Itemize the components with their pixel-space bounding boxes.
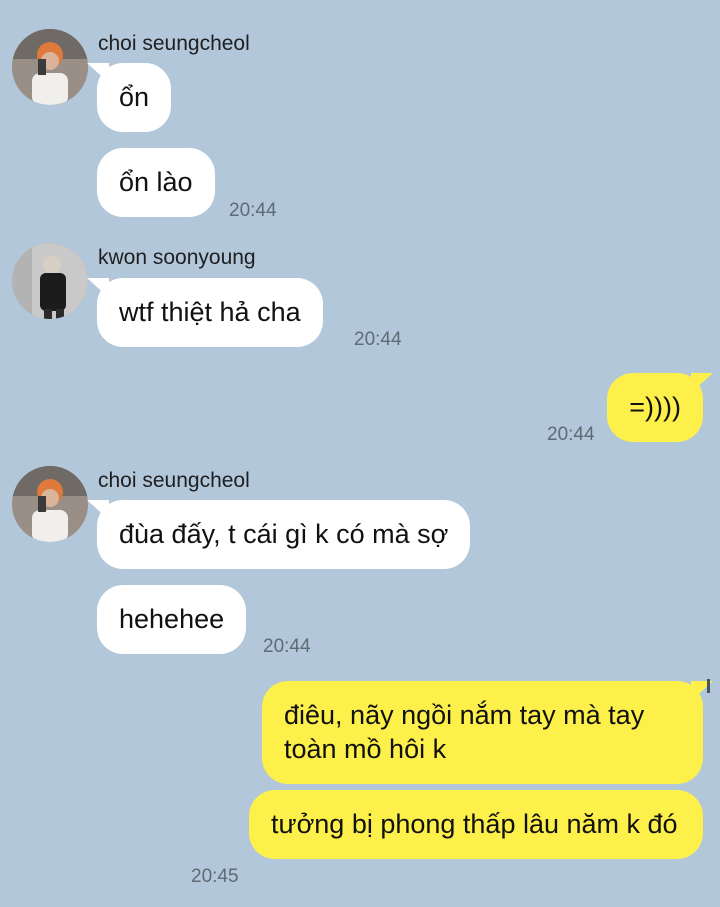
bubble-tail-icon [87, 63, 109, 83]
message-timestamp: 20:44 [354, 329, 402, 350]
message-timestamp: 20:45 [191, 866, 239, 887]
message-text: =)))) [629, 392, 681, 422]
bubble-tail-icon [87, 500, 109, 520]
message-text: ổn [119, 82, 150, 112]
message-bubble-incoming[interactable]: wtf thiệt hả cha [87, 278, 323, 347]
profile-photo-icon [12, 29, 88, 105]
profile-photo-icon [12, 243, 88, 319]
scrollbar[interactable] [707, 679, 710, 693]
sender-name: choi seungcheol [98, 32, 250, 55]
message-timestamp: 20:44 [263, 636, 311, 657]
sender-name: choi seungcheol [98, 469, 250, 492]
message-bubble-incoming[interactable]: hehehee [97, 585, 247, 654]
sender-name: kwon soonyoung [98, 246, 256, 269]
message-text: đùa đấy, t cái gì k có mà sợ [119, 519, 449, 549]
bubble-tail-icon [87, 278, 109, 298]
bubble-tail-icon [691, 373, 713, 393]
message-bubble-incoming[interactable]: ổn [87, 63, 172, 132]
message-timestamp: 20:44 [547, 424, 595, 445]
avatar-choi-seungcheol[interactable] [12, 466, 88, 542]
message-text: hehehee [119, 604, 225, 634]
message-bubble-incoming[interactable]: ổn lào [97, 148, 215, 217]
message-bubble-outgoing[interactable]: tưởng bị phong thấp lâu năm k đó [249, 790, 703, 859]
message-timestamp: 20:44 [229, 200, 277, 221]
message-text: điêu, nãy ngồi nắm tay mà tay toàn mồ hô… [284, 700, 645, 764]
avatar-choi-seungcheol[interactable] [12, 29, 88, 105]
message-bubble-incoming[interactable]: đùa đấy, t cái gì k có mà sợ [87, 500, 471, 569]
message-text: wtf thiệt hả cha [119, 297, 301, 327]
message-text: tưởng bị phong thấp lâu năm k đó [271, 809, 678, 839]
message-text: ổn lào [119, 167, 193, 197]
message-bubble-outgoing[interactable]: =)))) [607, 373, 713, 442]
avatar-kwon-soonyoung[interactable] [12, 243, 88, 319]
message-bubble-outgoing[interactable]: điêu, nãy ngồi nắm tay mà tay toàn mồ hô… [262, 681, 713, 784]
profile-photo-icon [12, 466, 88, 542]
